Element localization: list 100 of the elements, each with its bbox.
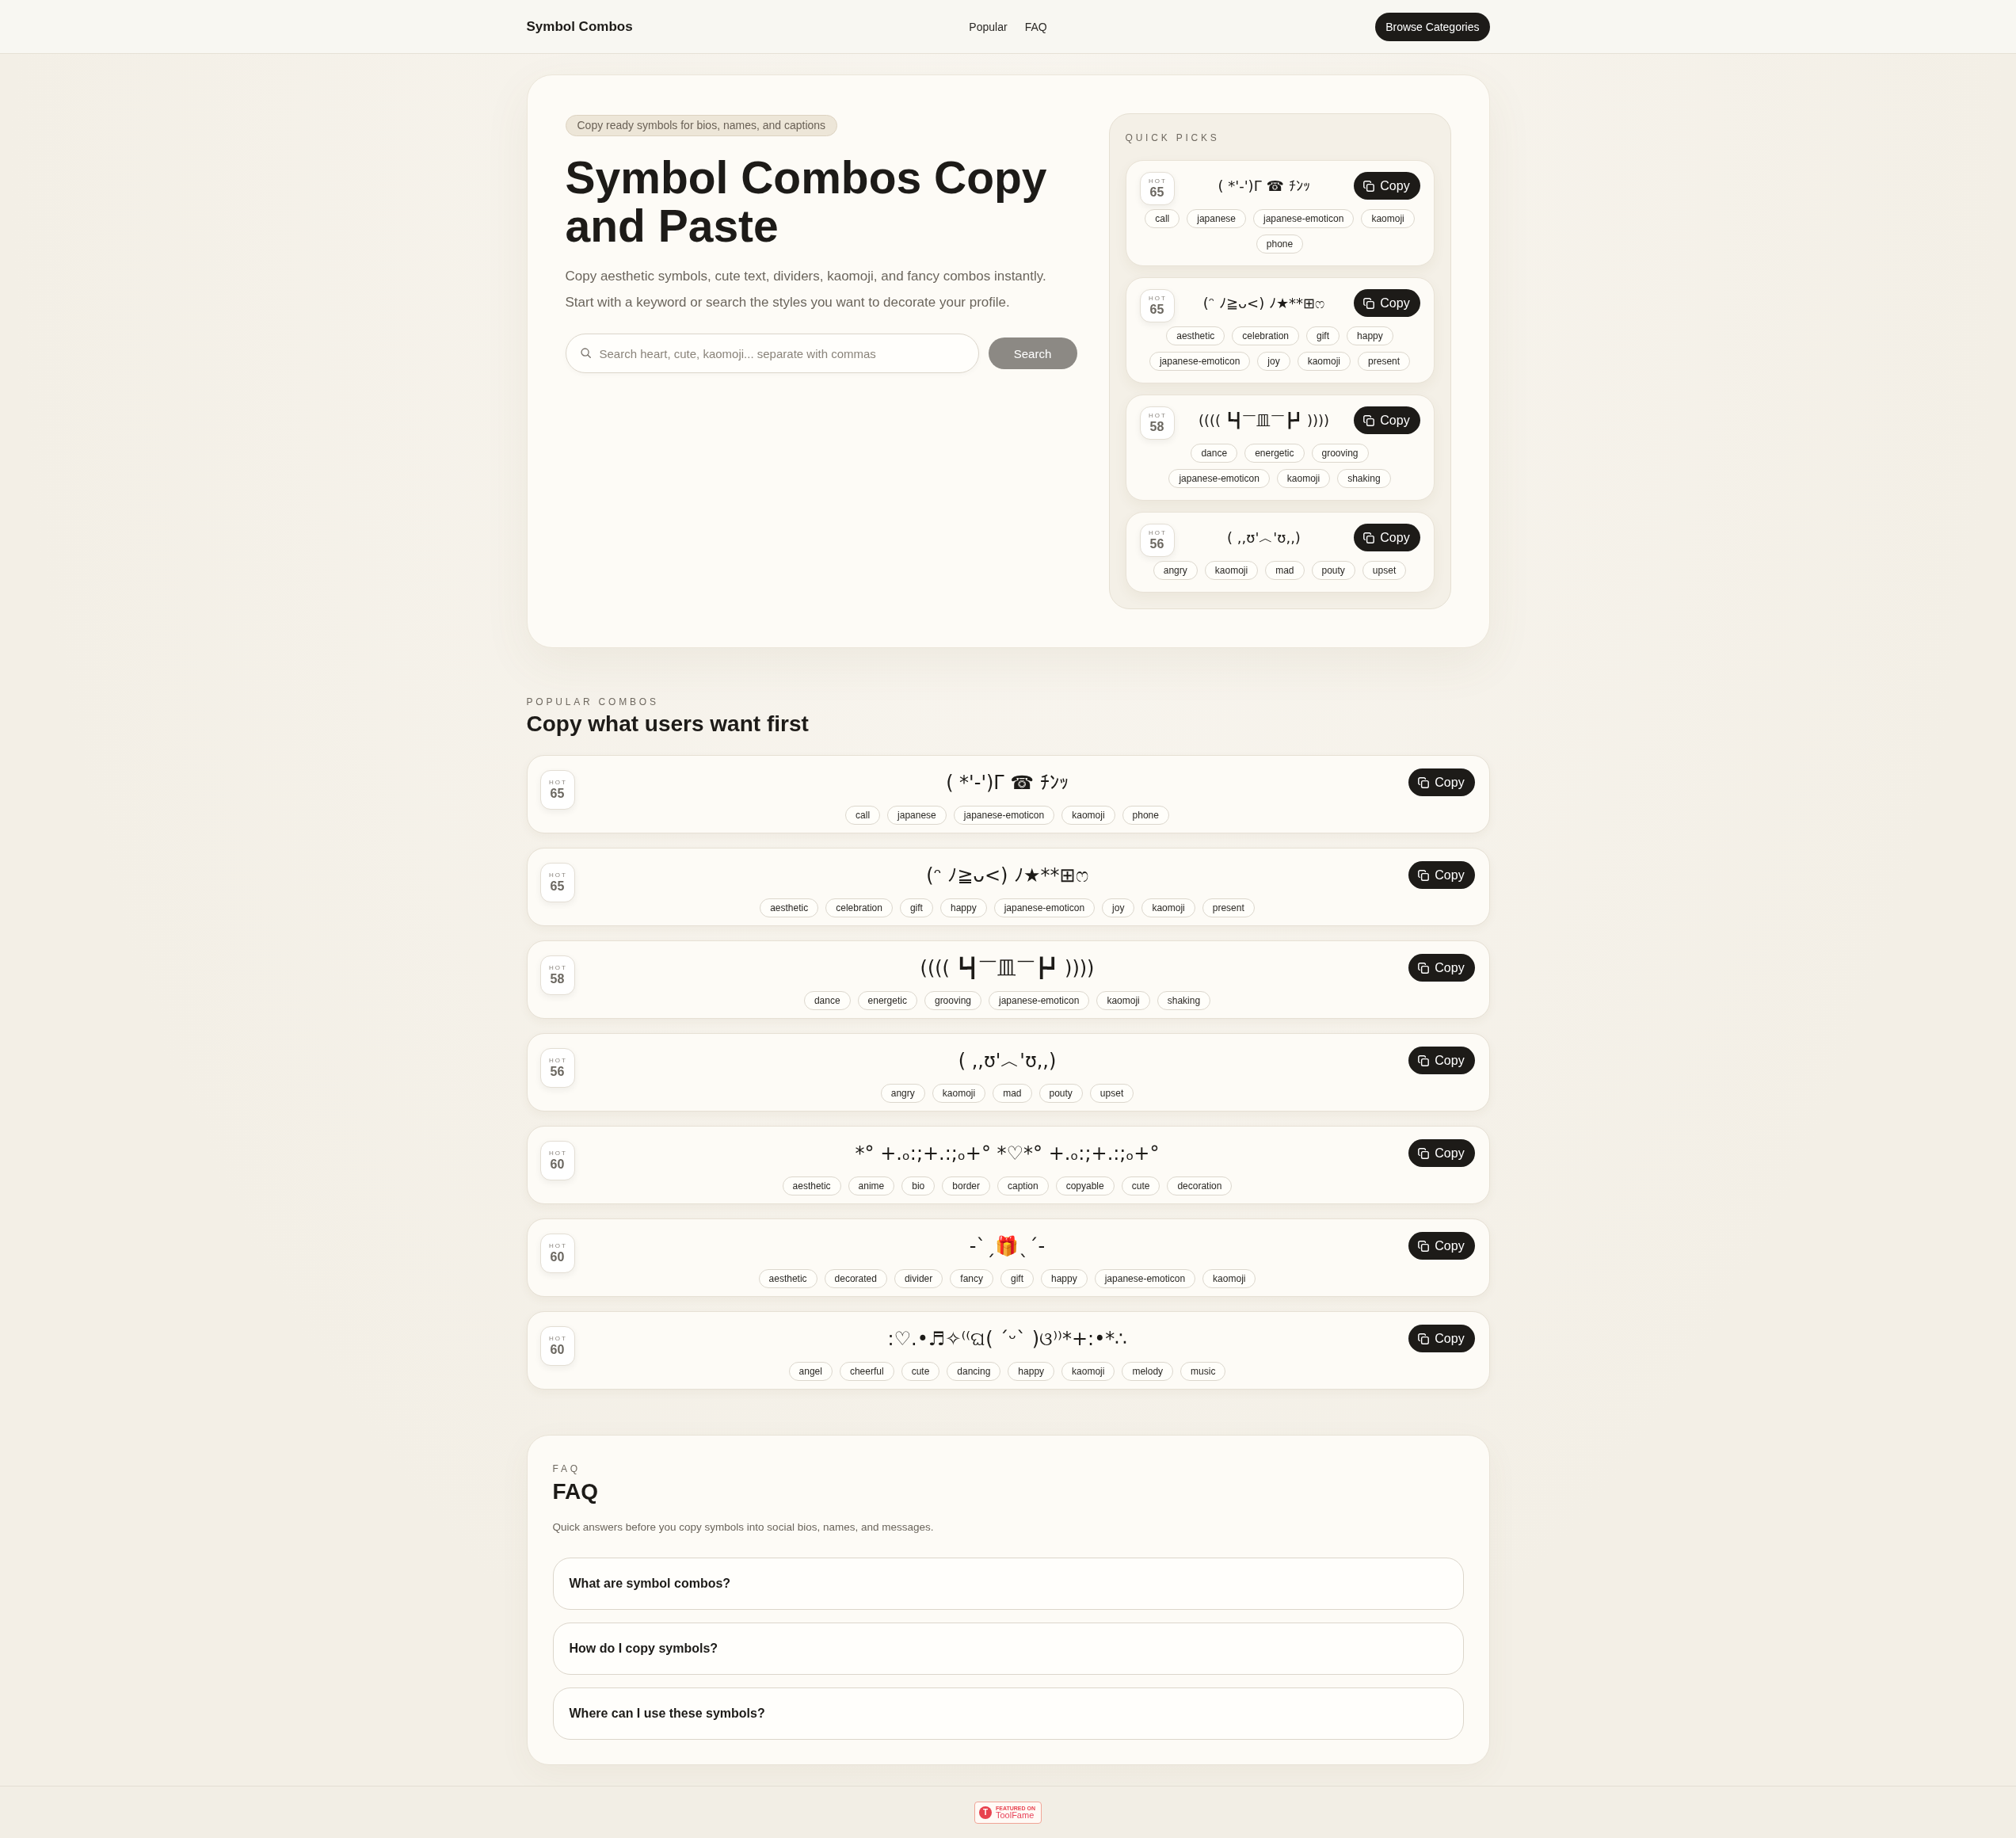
tag-chip[interactable]: gift [899,898,933,917]
tag-chip[interactable]: kaomoji [1061,1362,1115,1381]
tag-chip[interactable]: kaomoji [1297,352,1351,371]
tag-chip[interactable]: border [942,1176,990,1195]
hot-score: 65 [550,787,565,801]
tag-chip[interactable]: grooving [1311,444,1369,463]
browse-categories-button[interactable]: Browse Categories [1375,12,1490,41]
section-label: POPULAR COMBOS [526,696,660,708]
tag-chip[interactable]: japanese-emoticon [1094,1269,1196,1288]
tag-chip[interactable]: cute [1121,1176,1160,1195]
tag-chip[interactable]: decoration [1167,1176,1233,1195]
tag-chip[interactable]: aesthetic [1166,326,1225,345]
tag-chip[interactable]: kaomoji [1061,806,1115,825]
hot-label: HOT [548,964,567,972]
tag-chip[interactable]: present [1202,898,1255,917]
tag-chip[interactable]: dance [1191,444,1238,463]
site-logo[interactable]: Symbol Combos [526,18,633,35]
tag-chip[interactable]: energetic [857,991,917,1010]
tag-chip[interactable]: kaomoji [1141,898,1195,917]
combo-symbols: :♡.•♬✧⁽⁽ଘ( ˊᵕˋ )ଓ⁾⁾*+:•*∴ [887,1327,1127,1352]
faq-question[interactable]: Where can I use these symbols? [552,1687,1464,1740]
tag-chip[interactable]: japanese-emoticon [1149,352,1251,371]
search-field[interactable]: Search heart, cute, kaomoji... separate with commas [565,334,979,373]
tag-chip[interactable]: phone [1256,235,1304,254]
hot-label: HOT [548,1242,567,1250]
tag-chip[interactable]: happy [939,898,987,917]
copy-button[interactable]: Copy [1353,524,1420,551]
tag-chip[interactable]: kaomoji [1361,209,1415,228]
tag-chip[interactable]: celebration [1232,326,1299,345]
tag-chip[interactable]: cheerful [839,1362,894,1381]
copy-button[interactable]: Copy [1408,1139,1475,1167]
tag-chip[interactable]: kaomoji [1204,561,1259,580]
tag-chip[interactable]: upset [1362,561,1407,580]
tag-chip[interactable]: happy [1347,326,1393,345]
tag-chip[interactable]: japanese [887,806,947,825]
tag-chip[interactable]: kaomoji [1096,991,1150,1010]
tag-chip[interactable]: aesthetic [758,1269,817,1288]
tag-chip[interactable]: japanese [1187,209,1246,228]
tag-chip[interactable]: music [1180,1362,1226,1381]
tag-chip[interactable]: bio [901,1176,936,1195]
tag-chip[interactable]: melody [1122,1362,1174,1381]
hot-score: 65 [1149,185,1164,200]
tag-chip[interactable]: call [1145,209,1180,228]
tag-chip[interactable]: mad [1265,561,1305,580]
tag-chip[interactable]: divider [894,1269,943,1288]
tag-chip[interactable]: dance [803,991,851,1010]
tag-chip[interactable]: aesthetic [782,1176,841,1195]
copy-button[interactable]: Copy [1408,1047,1475,1074]
tag-chip[interactable]: fancy [950,1269,993,1288]
hot-score: 60 [550,1157,565,1172]
tag-chip[interactable]: cute [901,1362,940,1381]
tag-chip[interactable]: grooving [924,991,981,1010]
tag-chip[interactable]: kaomoji [932,1084,986,1103]
tag-chip[interactable]: japanese-emoticon [953,806,1055,825]
tag-chip[interactable]: japanese-emoticon [1253,209,1355,228]
tag-chip[interactable]: angel [788,1362,833,1381]
tag-chip[interactable]: energetic [1244,444,1305,463]
copy-button[interactable]: Copy [1353,406,1420,434]
tag-chip[interactable]: kaomoji [1202,1269,1256,1288]
tag-chip[interactable]: gift [1000,1269,1034,1288]
tag-chip[interactable]: caption [997,1176,1049,1195]
tag-chip[interactable]: joy [1257,352,1290,371]
tag-chip[interactable]: japanese-emoticon [989,991,1090,1010]
faq-question[interactable]: How do I copy symbols? [552,1623,1464,1675]
hot-score: 56 [550,1065,565,1079]
nav-link[interactable]: FAQ [1024,20,1047,33]
tag-chip[interactable]: present [1358,352,1411,371]
tag-chip[interactable]: kaomoji [1276,469,1331,488]
tag-chip[interactable]: angry [1153,561,1198,580]
tag-chip[interactable]: pouty [1311,561,1355,580]
copy-button[interactable]: Copy [1408,1232,1475,1260]
tag-chip[interactable]: angry [880,1084,925,1103]
copy-button[interactable]: Copy [1353,172,1420,200]
tag-chip[interactable]: shaking [1337,469,1391,488]
tag-chip[interactable]: decorated [824,1269,887,1288]
copy-button[interactable]: Copy [1408,768,1475,796]
tag-chip[interactable]: aesthetic [760,898,819,917]
tag-chip[interactable]: anime [848,1176,895,1195]
tag-chip[interactable]: call [845,806,881,825]
tag-chip[interactable]: gift [1306,326,1340,345]
tag-chip[interactable]: phone [1122,806,1169,825]
copy-button[interactable]: Copy [1408,861,1475,889]
faq-question[interactable]: What are symbol combos? [552,1558,1464,1610]
copy-button[interactable]: Copy [1408,1325,1475,1352]
tag-chip[interactable]: celebration [825,898,893,917]
tag-chip[interactable]: happy [1008,1362,1055,1381]
tag-chip[interactable]: mad [993,1084,1032,1103]
tag-chip[interactable]: japanese-emoticon [1168,469,1270,488]
tag-chip[interactable]: copyable [1055,1176,1115,1195]
tag-chip[interactable]: joy [1102,898,1135,917]
tag-chip[interactable]: shaking [1157,991,1211,1010]
tag-chip[interactable]: happy [1041,1269,1088,1288]
nav-link[interactable]: Popular [969,20,1008,33]
hot-score: 65 [1149,303,1164,317]
tag-chip[interactable]: upset [1089,1084,1134,1103]
tag-chip[interactable]: pouty [1038,1084,1083,1103]
tag-chip[interactable]: dancing [947,1362,1001,1381]
copy-button[interactable]: Copy [1408,954,1475,982]
copy-button[interactable]: Copy [1353,289,1420,317]
tag-chip[interactable]: japanese-emoticon [993,898,1096,917]
